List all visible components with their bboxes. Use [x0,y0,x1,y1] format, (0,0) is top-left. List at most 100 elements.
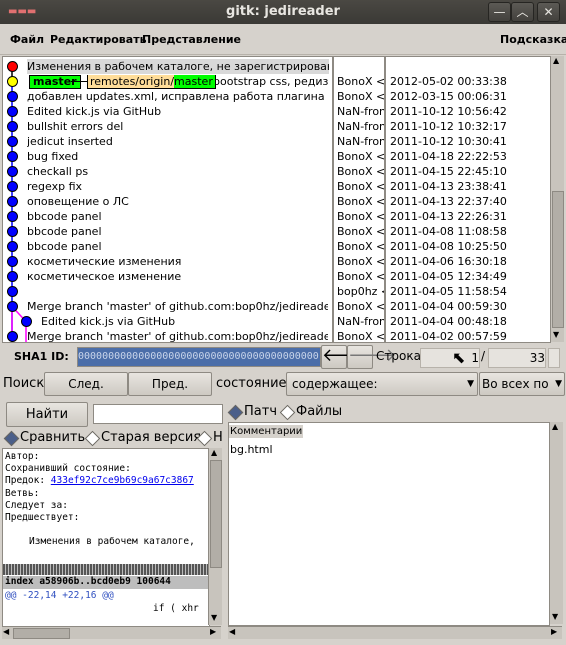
commit-node[interactable] [7,286,18,297]
commit-author[interactable]: BonoX <b [337,179,384,194]
commit-node[interactable] [7,61,18,72]
commit-message[interactable]: bullshit errors del [27,119,328,134]
scroll-up-icon[interactable]: ▲ [552,422,558,431]
commit-author[interactable]: NaN-fron [337,104,384,119]
scroll-right-icon[interactable]: ▶ [210,627,216,636]
commit-date[interactable]: 2011-04-05 11:58:54 [390,284,507,299]
new-version-label[interactable]: Н [213,430,223,445]
find-input[interactable] [93,404,223,424]
commit-message[interactable]: checkall ps [27,164,328,179]
menu-view[interactable]: Представление [142,33,241,46]
commit-node[interactable] [21,316,32,327]
scroll-down-icon[interactable]: ▼ [552,612,558,621]
commit-date[interactable]: 2012-03-15 00:06:31 [390,89,507,104]
scroll-down-icon[interactable]: ▼ [211,613,217,622]
minimize-icon[interactable]: — [488,2,511,22]
menu-edit[interactable]: Редактировать [50,33,147,46]
menu-file[interactable]: Файл [10,33,44,46]
commit-list-scrollbar[interactable]: ▲ ▼ [550,56,564,342]
commit-message[interactable]: Edited kick.js via GitHub [41,314,328,329]
commit-message[interactable]: косметические изменения [27,254,328,269]
commit-node[interactable] [7,256,18,267]
commit-node[interactable] [7,331,18,342]
commit-message[interactable]: оповещение о ЛС [27,194,328,209]
date-column[interactable]: 2012-05-02 00:33:38 2012-03-15 00:06:31 20… [385,56,551,343]
compare-radio[interactable] [3,430,20,447]
commit-list-scroll-thumb[interactable] [552,191,564,328]
commit-author[interactable]: BonoX <b [337,74,384,89]
commit-date[interactable]: 2011-04-04 00:59:30 [390,299,507,314]
commit-message[interactable]: bug fixed [27,149,328,164]
commit-node[interactable] [7,106,18,117]
scroll-up-icon[interactable]: ▲ [211,448,217,457]
commit-date[interactable]: 2011-10-12 10:56:42 [390,104,507,119]
file-list[interactable]: Комментарии bg.html [228,422,550,626]
commit-node[interactable] [7,301,18,312]
commit-author[interactable]: BonoX <b [337,89,384,104]
commit-author[interactable]: BonoX <b [337,209,384,224]
commit-message[interactable]: Edited kick.js via GitHub [27,104,328,119]
ref-master[interactable]: master [29,75,81,89]
commit-date[interactable]: 2011-04-13 22:37:40 [390,194,507,209]
commit-date[interactable]: 2012-05-02 00:33:38 [390,74,507,89]
scroll-up-icon[interactable]: ▲ [553,56,559,65]
commit-author[interactable]: NaN-fron [337,134,384,149]
commit-message[interactable]: bootstrap css, редизайн [213,74,328,89]
commit-node[interactable] [7,166,18,177]
commit-date[interactable]: 2011-04-13 23:38:41 [390,179,507,194]
commit-node[interactable] [7,121,18,132]
commit-message[interactable]: bbcode panel [27,239,328,254]
menu-help[interactable]: Подсказка [500,33,566,46]
commit-date[interactable]: 2011-04-04 00:48:18 [390,314,507,329]
commit-author[interactable]: bop0hz < [337,284,384,299]
commit-author[interactable]: BonoX <b [337,329,384,342]
commit-node[interactable] [7,196,18,207]
commit-author[interactable]: BonoX <b [337,224,384,239]
maximize-icon[interactable]: ︿ [511,2,534,22]
commit-author[interactable]: BonoX <b [337,254,384,269]
commit-node[interactable] [7,91,18,102]
old-version-radio[interactable] [84,430,101,447]
commit-date[interactable]: 2011-04-13 22:26:31 [390,209,507,224]
commit-date[interactable]: 2011-04-08 10:25:50 [390,239,507,254]
commit-message[interactable]: косметическое изменение [27,269,328,284]
back-arrow-button[interactable]: 🡐 [321,345,370,369]
commit-message[interactable]: Merge branch 'master' of github.com:bop0… [27,299,328,314]
patch-radio[interactable] [227,404,244,421]
commit-graph-pane[interactable]: Изменения в рабочем каталоге, не зарегис… [2,56,333,343]
parent-hash-link[interactable]: 433ef92c7ce9b69c9a67c3867 [51,475,194,486]
commit-message[interactable]: regexp fix [27,179,328,194]
commit-date[interactable]: 2011-04-02 00:57:59 [390,329,507,342]
commit-node[interactable] [7,136,18,147]
close-icon[interactable]: ✕ [537,2,560,22]
search-scope-select[interactable]: Во всех по ▼ [479,372,565,396]
commit-node[interactable] [7,226,18,237]
commit-date[interactable]: 2011-10-12 10:30:41 [390,134,507,149]
commit-node[interactable] [7,151,18,162]
author-column[interactable]: BonoX <bBonoX <bNaN-fronNaN-fronNaN-fron… [333,56,385,343]
row-current-field[interactable]: 1 [420,348,480,368]
scroll-right-icon[interactable]: ▶ [551,627,557,636]
files-h-scrollbar[interactable]: ◀ ▶ [228,626,562,639]
commit-message[interactable]: bbcode panel [27,224,328,239]
commit-author[interactable]: BonoX <b [337,299,384,314]
details-h-scrollbar[interactable]: ◀ ▶ [2,626,221,639]
commit-node[interactable] [7,211,18,222]
sha1-field[interactable]: 0000000000000000000000000000000000000000 [77,347,321,367]
patch-label[interactable]: Патч [244,404,277,419]
commit-node[interactable] [7,241,18,252]
commit-date[interactable]: 2011-10-12 10:32:17 [390,119,507,134]
scroll-down-icon[interactable]: ▼ [553,330,559,339]
commit-node[interactable] [7,181,18,192]
commit-node[interactable] [7,271,18,282]
commit-author[interactable]: BonoX <b [337,149,384,164]
old-version-label[interactable]: Старая версия [101,430,201,445]
files-radio[interactable] [279,404,296,421]
details-v-scroll-thumb[interactable] [210,460,222,568]
files-label[interactable]: Файлы [296,404,342,419]
compare-label[interactable]: Сравнить [20,430,85,445]
commit-author[interactable]: BonoX <b [337,164,384,179]
commit-author[interactable]: BonoX <b [337,194,384,209]
commit-message[interactable]: bbcode panel [27,209,328,224]
commit-details-text[interactable]: Автор: Сохранивший состояние: Предок: 43… [2,448,210,627]
